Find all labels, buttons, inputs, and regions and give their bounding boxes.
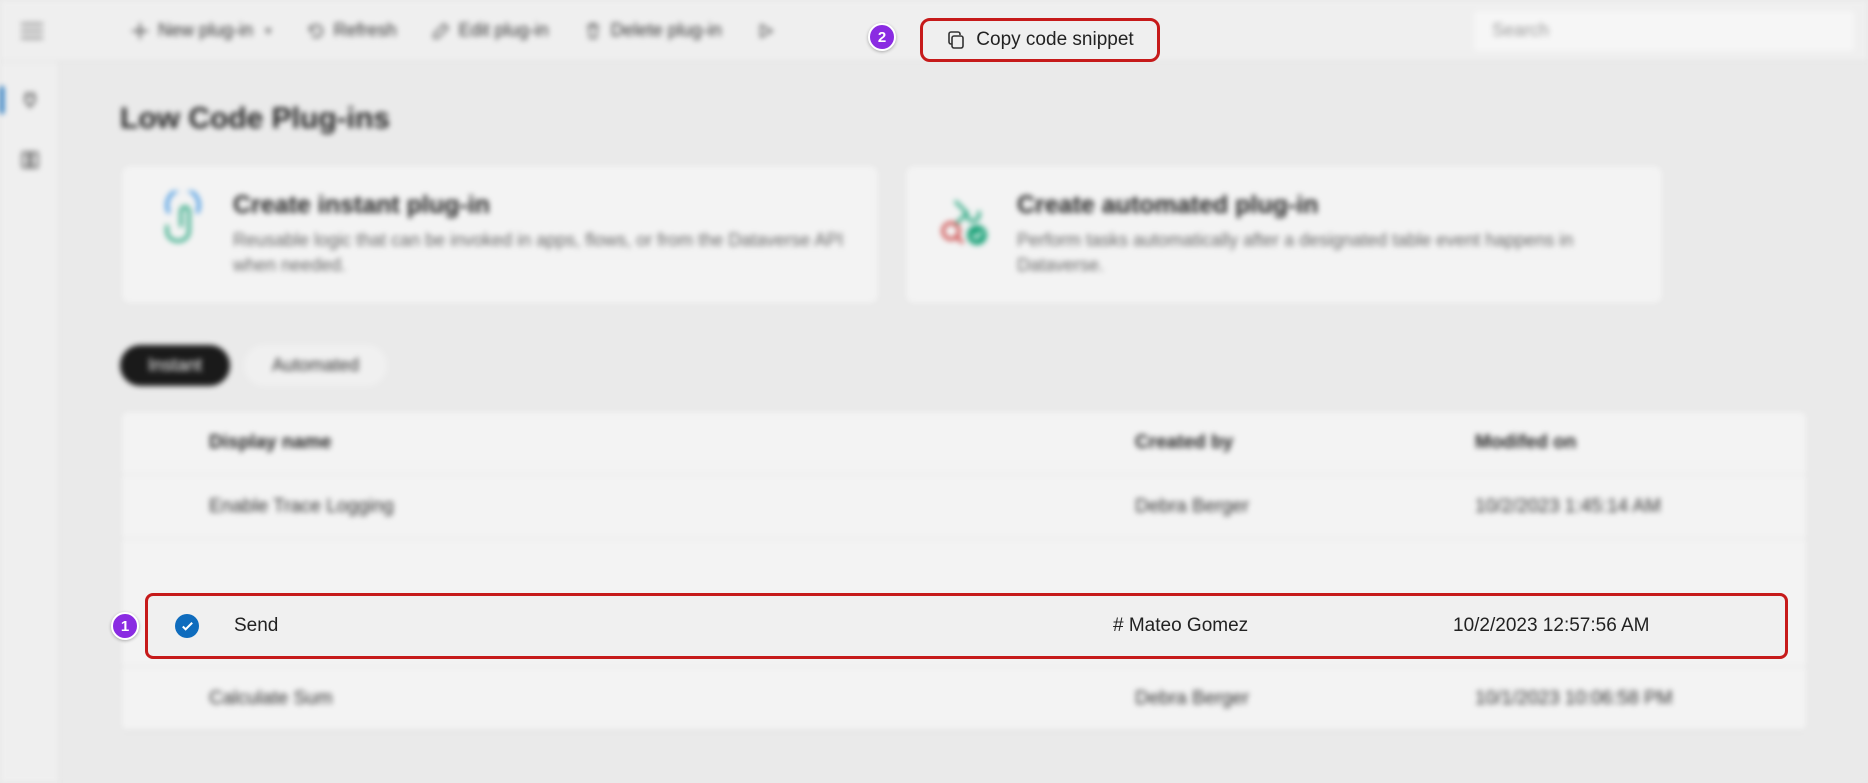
new-plugin-label: New plug-in (158, 20, 253, 41)
edit-plugin-label: Edit plug-in (459, 20, 549, 41)
chevron-down-icon: ▾ (265, 23, 272, 39)
row-created-by: # Mateo Gomez (1105, 615, 1445, 637)
row-name: Calculate Sum (201, 688, 1127, 710)
rail-plugins-icon[interactable] (12, 82, 48, 118)
copy-code-snippet-button[interactable]: Copy code snippet (920, 18, 1160, 62)
col-modified-on[interactable]: Modifed on (1467, 432, 1807, 454)
main-content: Low Code Plug-ins Create instant plug-in… (60, 62, 1868, 783)
card-instant-title: Create instant plug-in (233, 191, 849, 220)
table-row[interactable]: Calculate Sum Debra Berger 10/1/2023 10:… (121, 667, 1807, 731)
delete-plugin-label: Delete plug-in (611, 20, 722, 41)
trash-icon (583, 21, 603, 41)
copy-icon (946, 30, 966, 50)
tab-automated[interactable]: Automated (244, 345, 387, 386)
row-modified-on: 10/1/2023 10:06:58 PM (1467, 688, 1807, 710)
table-row-selected[interactable]: Send # Mateo Gomez 10/2/2023 12:57:56 AM (145, 593, 1788, 659)
table-row[interactable]: Enable Trace Logging Debra Berger 10/2/2… (121, 475, 1807, 539)
row-created-by: Debra Berger (1127, 688, 1467, 710)
col-display-name[interactable]: Display name (201, 432, 1127, 454)
refresh-icon (306, 21, 326, 41)
plugins-table: Display name Created by Modifed on Enabl… (120, 410, 1808, 732)
left-rail (0, 62, 60, 783)
play-icon (756, 21, 776, 41)
plus-icon (130, 21, 150, 41)
tab-instant[interactable]: Instant (120, 345, 230, 386)
card-automated-plugin[interactable]: Create automated plug-in Perform tasks a… (904, 164, 1664, 305)
edit-icon (431, 21, 451, 41)
card-instant-plugin[interactable]: Create instant plug-in Reusable logic th… (120, 164, 880, 305)
refresh-label: Refresh (334, 20, 397, 41)
page-title: Low Code Plug-ins (120, 102, 1808, 136)
row-name: Enable Trace Logging (201, 496, 1127, 518)
hamburger-menu-icon[interactable] (14, 13, 50, 49)
card-instant-desc: Reusable logic that can be invoked in ap… (233, 228, 849, 278)
new-plugin-button[interactable]: New plug-in ▾ (116, 12, 286, 49)
refresh-button[interactable]: Refresh (292, 12, 411, 49)
card-automated-desc: Perform tasks automatically after a desi… (1017, 228, 1633, 278)
rail-book-icon[interactable] (12, 142, 48, 178)
row-modified-on: 10/2/2023 12:57:56 AM (1445, 615, 1785, 637)
plug-icon (935, 191, 995, 251)
col-created-by[interactable]: Created by (1127, 432, 1467, 454)
row-created-by: Debra Berger (1127, 496, 1467, 518)
search-input[interactable] (1474, 11, 1854, 51)
play-button[interactable] (742, 13, 790, 49)
edit-plugin-button[interactable]: Edit plug-in (417, 12, 563, 49)
delete-plugin-button[interactable]: Delete plug-in (569, 12, 736, 49)
row-selected-checkmark-icon[interactable] (175, 614, 199, 638)
copy-snippet-label: Copy code snippet (976, 29, 1133, 51)
table-header: Display name Created by Modifed on (121, 411, 1807, 475)
row-modified-on: 10/2/2023 1:45:14 AM (1467, 496, 1807, 518)
card-automated-title: Create automated plug-in (1017, 191, 1633, 220)
row-name: Send (226, 615, 1105, 637)
touch-icon (151, 191, 211, 251)
